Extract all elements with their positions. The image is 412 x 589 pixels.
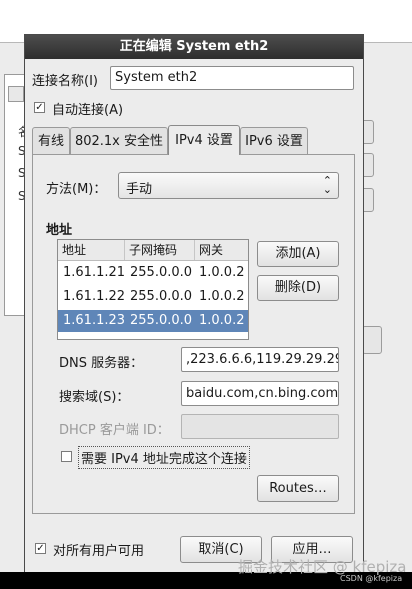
address-cell: 1.61.1.22 — [63, 289, 126, 304]
address-section-title: 地址 — [46, 223, 73, 238]
column-header-netmask[interactable]: 子网掩码 — [125, 240, 195, 260]
method-value: 手动 — [126, 182, 153, 197]
column-header-gateway[interactable]: 网关 — [195, 240, 248, 260]
background-icon — [8, 86, 24, 102]
gateway-cell: 1.0.0.2 — [199, 289, 245, 304]
address-table: 地址 子网掩码 网关 1.61.1.21 255.0.0.0 1.0.0.2 1… — [57, 239, 249, 340]
dns-servers-label: DNS 服务器： — [59, 356, 144, 371]
require-ipv4-checkbox[interactable] — [61, 451, 72, 462]
address-table-header: 地址 子网掩码 网关 — [58, 240, 248, 261]
add-address-button[interactable]: 添加(A) — [257, 241, 339, 267]
tab-wired[interactable]: 有线 — [32, 127, 70, 155]
search-domains-label: 搜索域(S)： — [59, 390, 130, 405]
tab-ipv6-settings[interactable]: IPv6 设置 — [240, 127, 308, 155]
method-label: 方法(M)： — [46, 182, 107, 197]
all-users-checkbox[interactable]: ✓ — [35, 543, 46, 554]
address-cell: 1.61.1.21 — [63, 265, 126, 280]
routes-button[interactable]: Routes… — [257, 475, 339, 502]
dhcp-client-id-input[interactable] — [181, 414, 339, 439]
connection-name-label: 连接名称(I) — [32, 74, 98, 89]
all-users-label: 对所有用户可用 — [53, 544, 145, 559]
csdn-watermark: CSDN @kfepiza — [340, 574, 403, 583]
background-button — [362, 326, 382, 354]
search-domains-input[interactable]: baidu.com,cn.bing.com — [181, 381, 339, 406]
netmask-cell: 255.0.0.0 — [130, 313, 193, 328]
tab-ipv4-settings[interactable]: IPv4 设置 — [168, 125, 240, 155]
column-header-address[interactable]: 地址 — [58, 240, 125, 260]
address-row-selected[interactable]: 1.61.1.23 255.0.0.0 1.0.0.2 — [58, 310, 248, 332]
dns-servers-input[interactable]: ,223.6.6.6,119.29.29.29 — [181, 347, 339, 372]
address-row[interactable]: 1.61.1.21 255.0.0.0 1.0.0.2 — [58, 262, 248, 284]
delete-address-button[interactable]: 删除(D) — [257, 275, 339, 301]
tab-8021x-security[interactable]: 802.1x 安全性 — [70, 127, 168, 155]
auto-connect-label: 自动连接(A) — [52, 103, 124, 118]
method-select[interactable]: 手动 ⌃ ⌄ — [118, 172, 339, 199]
auto-connect-checkbox[interactable]: ✓ — [34, 102, 45, 113]
dialog-title: 正在编辑 System eth2 — [25, 35, 363, 59]
gateway-cell: 1.0.0.2 — [199, 265, 245, 280]
netmask-cell: 255.0.0.0 — [130, 265, 193, 280]
dhcp-client-id-label: DHCP 客户端 ID： — [59, 423, 170, 438]
address-row[interactable]: 1.61.1.22 255.0.0.0 1.0.0.2 — [58, 286, 248, 308]
updown-arrow-icon: ⌃ ⌄ — [322, 174, 332, 196]
connection-name-input[interactable]: System eth2 — [110, 66, 354, 90]
gateway-cell: 1.0.0.2 — [199, 313, 245, 328]
netmask-cell: 255.0.0.0 — [130, 289, 193, 304]
address-cell: 1.61.1.23 — [63, 313, 126, 328]
require-ipv4-label[interactable]: 需要 IPv4 地址完成这个连接 — [78, 446, 250, 469]
